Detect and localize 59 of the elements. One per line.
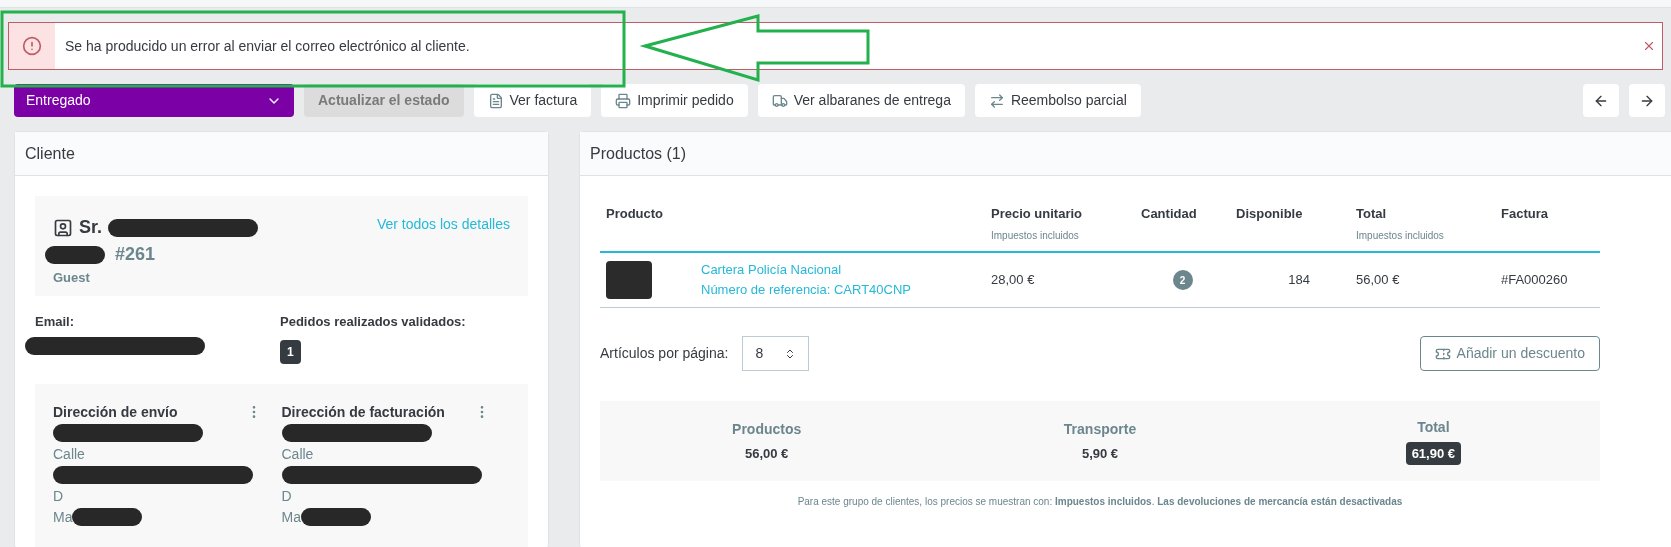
address-title: Dirección de envío [53, 402, 178, 422]
table-cell: 28,00 € [985, 251, 1135, 308]
customer-id: #261 [115, 243, 156, 266]
per-page-label: Artículos por página: [600, 344, 729, 363]
address-line: Ma [53, 507, 73, 527]
column-header: Precio unitario [991, 205, 1084, 223]
add-discount-button[interactable]: Añadir un descuento [1419, 336, 1600, 371]
address-line: Ma [281, 507, 301, 527]
email-label: Email: [35, 313, 75, 331]
table-cell: #FA000260 [1495, 251, 1600, 308]
card-title: Cliente [25, 143, 75, 164]
customer-type: Guest [53, 269, 91, 287]
toolbar-button[interactable]: Ver factura [473, 84, 592, 117]
address-title: Dirección de facturación [281, 402, 445, 422]
truck-icon [771, 92, 788, 109]
alert-message: Se ha producido un error al enviar el correo electrónico al cliente. [65, 36, 470, 56]
total-label: Productos [732, 419, 802, 439]
column-header: Cantidad [1141, 205, 1198, 223]
column-header: Producto [606, 205, 665, 223]
next-button[interactable] [1629, 84, 1665, 117]
card-title: Productos (1) [590, 143, 687, 164]
status-select[interactable]: Entregado [14, 84, 294, 117]
quantity-badge: 2 [1172, 270, 1193, 290]
redaction-scribble [45, 245, 105, 264]
address-line: D [281, 486, 292, 506]
product-reference: Número de referencia: CART40CNP [701, 280, 912, 299]
product-photo-placeholder [606, 260, 652, 299]
printer-icon [615, 92, 632, 109]
column-subheader: Impuestos incluidos [1356, 228, 1445, 243]
swap-arrows-icon [988, 92, 1005, 109]
column-header: Total [1356, 205, 1388, 223]
column-header: Factura [1501, 205, 1549, 223]
address-line: Calle [53, 444, 85, 464]
column-subheader: Impuestos incluidos [991, 228, 1080, 243]
total-label: Total [1417, 417, 1450, 437]
pricing-note: Para este grupo de clientes, los precios se muestran con: Impuestos incluidos. Las devoluciones de mercancía están desactivadas [797, 496, 1403, 507]
user-icon [53, 217, 73, 238]
toolbar-button[interactable]: Reembolso parcial [974, 84, 1141, 117]
per-page-select[interactable]: 8 [742, 336, 810, 371]
address-line: D [53, 486, 64, 506]
total-value: 56,00 € [744, 444, 789, 463]
total-label: Transporte [1063, 419, 1137, 439]
customer-salutation: Sr. [79, 216, 103, 239]
address-line: Calle [281, 444, 314, 464]
table-cell: 56,00 € [1350, 251, 1495, 308]
total-value: 61,90 € [1405, 441, 1461, 466]
document-icon [487, 92, 504, 109]
previous-button[interactable] [1583, 84, 1619, 117]
column-header: Disponible [1236, 205, 1304, 223]
alert-icon [22, 36, 42, 56]
total-value: 5,90 € [1081, 444, 1119, 463]
toolbar-button[interactable]: Imprimir pedido [601, 84, 748, 117]
close-button[interactable] [1642, 39, 1656, 53]
table-cell: 184 [1230, 251, 1350, 308]
orders-count-badge: 1 [280, 339, 301, 364]
toolbar-button[interactable]: Ver albaranes de entrega [757, 84, 965, 117]
redaction-scribble [300, 508, 371, 526]
redaction-scribble [72, 508, 143, 526]
orders-label: Pedidos realizados validados: [280, 313, 466, 331]
